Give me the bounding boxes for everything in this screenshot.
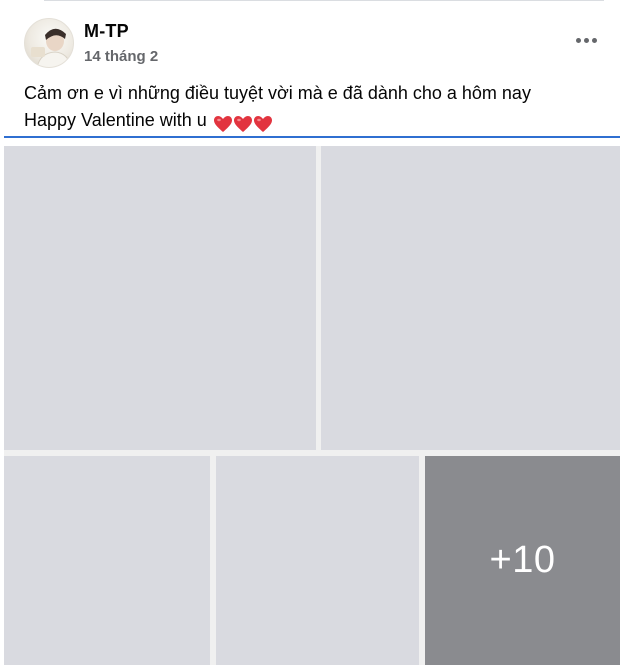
author-name[interactable]: M-TP [84, 21, 129, 42]
photo-2[interactable] [321, 146, 620, 450]
more-options-button[interactable] [568, 26, 604, 54]
heart-emoji-icon [233, 116, 252, 133]
caption-line-1: Cảm ơn e vì những điều tuyệt vời mà e đã… [24, 83, 531, 103]
photo-grid: +10 [4, 146, 620, 665]
caption-line-2-text: Happy Valentine with u [24, 110, 207, 130]
photo-5-more-overlay[interactable]: +10 [425, 456, 620, 665]
heart-emoji-icon [253, 116, 272, 133]
facebook-post: M-TP 14 tháng 2 Cảm ơn e vì những điều t… [0, 0, 620, 665]
post-caption: Cảm ơn e vì những điều tuyệt vời mà e đã… [24, 80, 604, 137]
caption-line-2: Happy Valentine with u [24, 107, 604, 137]
photo-1[interactable] [4, 146, 316, 450]
heart-emoji-icon [213, 116, 232, 133]
gap [4, 138, 620, 146]
more-icon [575, 37, 597, 43]
hearts [213, 110, 273, 137]
post-header: M-TP 14 tháng 2 [0, 14, 620, 70]
more-photos-count: +10 [489, 539, 556, 581]
avatar[interactable] [24, 18, 74, 68]
photo-3[interactable] [4, 456, 210, 665]
top-divider [44, 0, 604, 1]
photo-4[interactable] [216, 456, 419, 665]
post-date[interactable]: 14 tháng 2 [84, 48, 158, 65]
